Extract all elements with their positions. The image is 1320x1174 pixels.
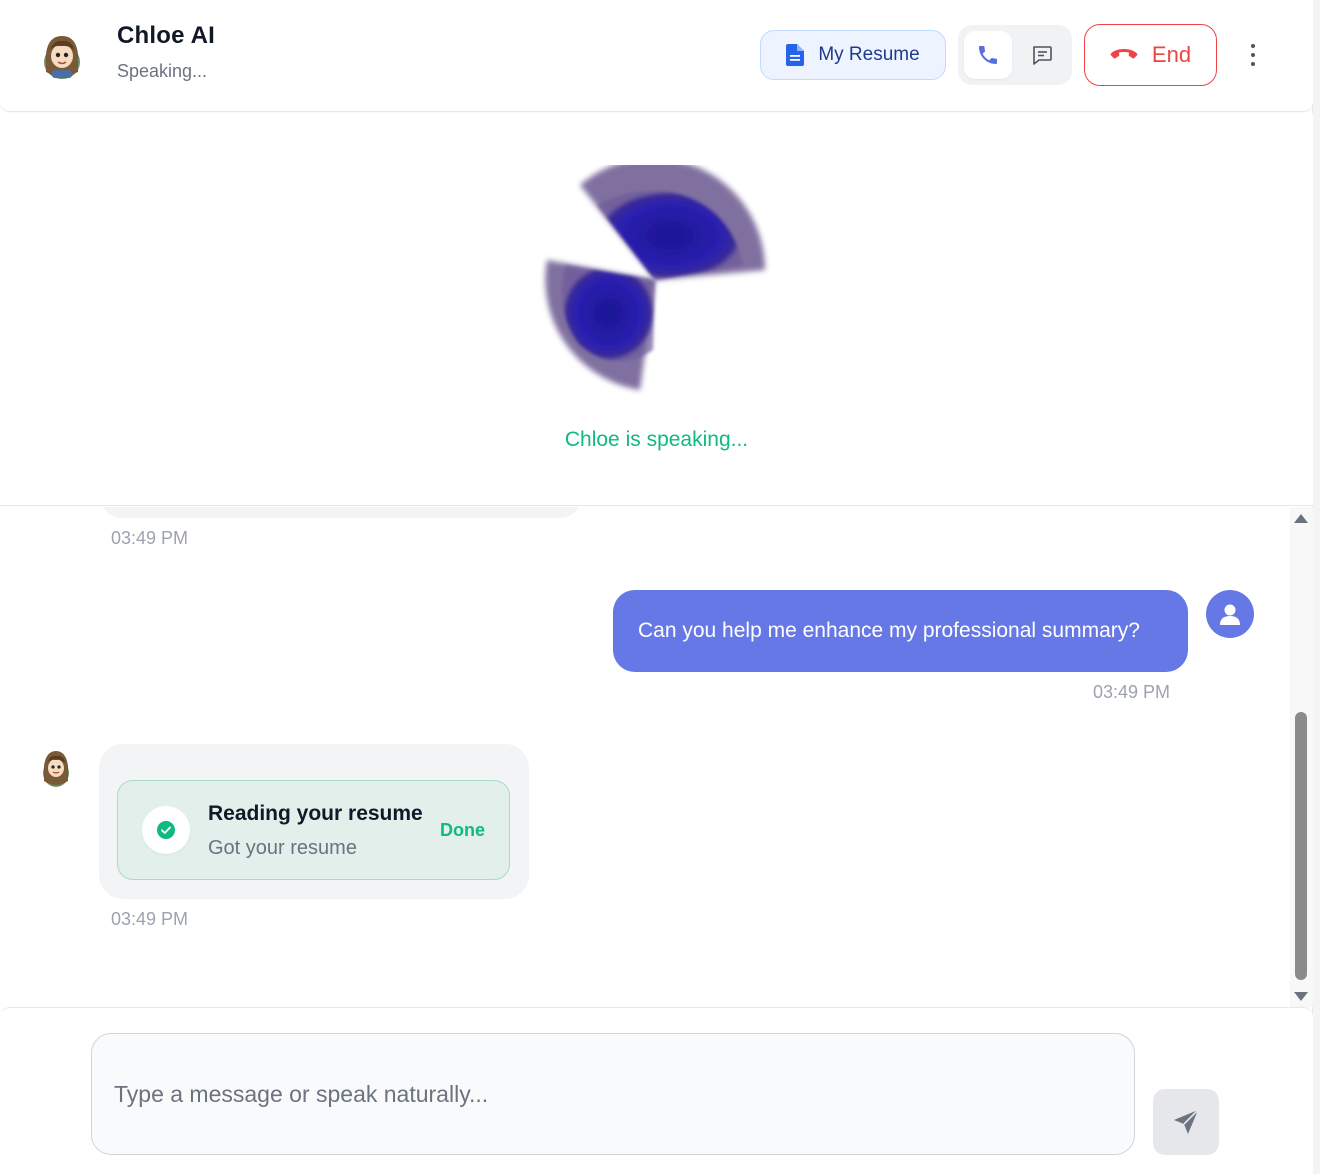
- user-message-text: Can you help me enhance my professional …: [638, 619, 1140, 642]
- voice-mode-button[interactable]: [964, 31, 1012, 79]
- scrollbar-thumb[interactable]: [1295, 712, 1307, 980]
- composer: [0, 1007, 1313, 1174]
- chat-app: Chloe AI Speaking... My Resume End Chloe…: [0, 0, 1313, 1174]
- user-icon: [1220, 604, 1240, 625]
- speaking-indicator: Chloe is speaking...: [564, 428, 749, 451]
- chat-transcript: 03:49 PM Can you help me enhance my prof…: [0, 507, 1313, 1007]
- more-options-button[interactable]: [1240, 40, 1266, 70]
- chat-mode-button[interactable]: [1018, 31, 1066, 79]
- tool-status-badge: Done: [440, 820, 485, 840]
- header: Chloe AI Speaking... My Resume End: [0, 0, 1313, 112]
- user-avatar: [1206, 590, 1254, 638]
- page-title: Chloe AI: [117, 22, 216, 49]
- assistant-avatar: [43, 751, 69, 787]
- send-button[interactable]: [1153, 1089, 1219, 1155]
- voice-orb-visualizer: [545, 165, 765, 390]
- check-circle-icon: [142, 806, 190, 854]
- assistant-message-bubble: Reading your resume Got your resume Done: [99, 744, 529, 899]
- my-resume-button[interactable]: My Resume: [760, 30, 946, 80]
- message-timestamp: 03:49 PM: [111, 528, 189, 548]
- send-icon: [1174, 1109, 1199, 1134]
- window-edge: [1313, 0, 1320, 1174]
- tool-subtitle: Got your resume: [208, 837, 357, 859]
- mode-toggle: [958, 25, 1072, 85]
- message-timestamp: 03:49 PM: [111, 909, 189, 929]
- document-icon: [786, 44, 805, 66]
- scroll-up-arrow-icon[interactable]: [1294, 514, 1308, 523]
- hang-up-phone-icon: [1110, 49, 1138, 59]
- assistant-status: Speaking...: [117, 61, 208, 81]
- assistant-avatar: [44, 36, 80, 79]
- message-input[interactable]: [91, 1033, 1135, 1155]
- assistant-message-bubble: [100, 507, 582, 518]
- tool-title: Reading your resume: [208, 802, 423, 825]
- end-call-label: End: [1151, 42, 1192, 67]
- scroll-down-arrow-icon[interactable]: [1294, 992, 1308, 1001]
- my-resume-label: My Resume: [818, 44, 920, 65]
- vertical-dots-icon: [1251, 44, 1255, 66]
- chat-bubble-icon: [1033, 46, 1052, 65]
- voice-panel: Chloe is speaking...: [0, 113, 1313, 506]
- phone-icon: [979, 46, 997, 64]
- tool-status-card: Reading your resume Got your resume Done: [117, 780, 510, 880]
- message-timestamp: 03:49 PM: [1093, 682, 1171, 702]
- end-call-button[interactable]: End: [1084, 24, 1217, 86]
- user-message-bubble: Can you help me enhance my professional …: [613, 590, 1188, 672]
